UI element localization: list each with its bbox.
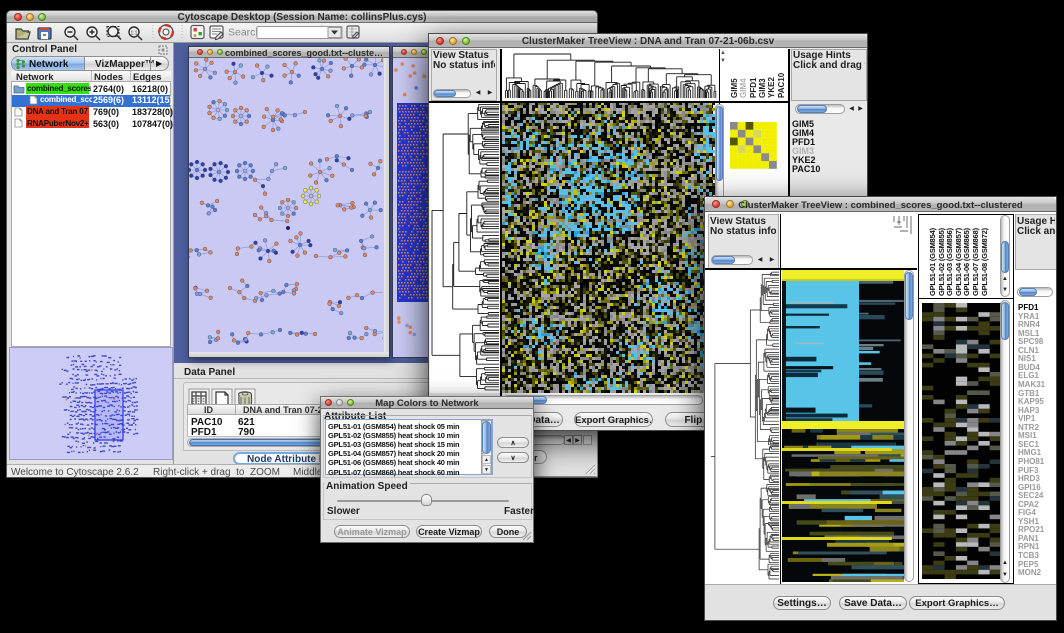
svg-text:1:1: 1:1 [131, 31, 138, 37]
